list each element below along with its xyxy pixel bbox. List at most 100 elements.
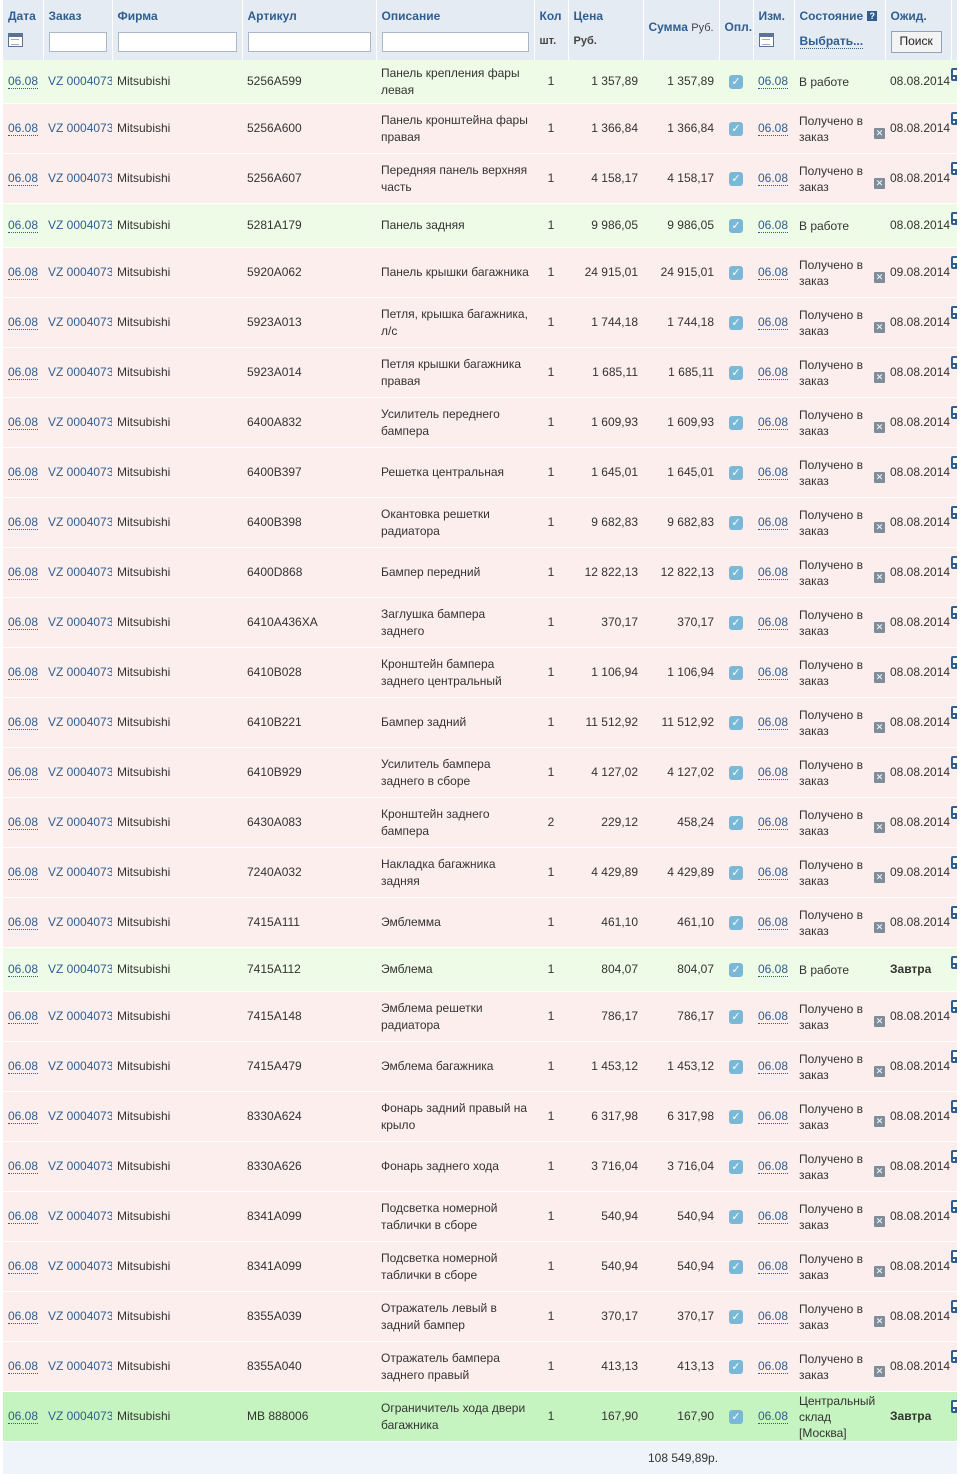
col-qty[interactable]: Кол шт. (534, 0, 568, 60)
row-changed-link[interactable]: 06.08 (758, 1259, 788, 1274)
remove-icon[interactable]: ✕ (874, 1266, 885, 1277)
row-date-link[interactable]: 06.08 (8, 1159, 38, 1174)
remove-icon[interactable]: ✕ (874, 622, 885, 633)
row-date-link[interactable]: 06.08 (8, 365, 38, 380)
remove-icon[interactable]: ✕ (874, 178, 885, 189)
delivery-icon[interactable] (951, 1250, 957, 1263)
row-order-link[interactable]: VZ 0004073 (48, 1009, 112, 1023)
row-changed-link[interactable]: 06.08 (758, 1009, 788, 1024)
delivery-icon[interactable] (951, 756, 957, 769)
col-order[interactable]: Заказ (43, 0, 112, 60)
delivery-icon[interactable] (951, 112, 957, 125)
row-changed-link[interactable]: 06.08 (758, 962, 788, 977)
remove-icon[interactable]: ✕ (874, 272, 885, 283)
row-changed-link[interactable]: 06.08 (758, 218, 788, 233)
description-filter-input[interactable] (382, 32, 529, 52)
delivery-icon[interactable] (951, 506, 957, 519)
remove-icon[interactable]: ✕ (874, 672, 885, 683)
calendar-icon[interactable] (8, 33, 23, 47)
row-order-link[interactable]: VZ 0004073 (48, 1409, 112, 1423)
row-order-link[interactable]: VZ 0004073 (48, 665, 112, 679)
row-date-link[interactable]: 06.08 (8, 121, 38, 136)
row-order-link[interactable]: VZ 0004073 (48, 1259, 112, 1273)
remove-icon[interactable]: ✕ (874, 128, 885, 139)
remove-icon[interactable]: ✕ (874, 1116, 885, 1127)
col-expected-label[interactable]: Ожид. (891, 9, 946, 23)
help-icon[interactable]: ? (867, 11, 877, 21)
article-filter-input[interactable] (248, 32, 371, 52)
row-date-link[interactable]: 06.08 (8, 915, 38, 930)
col-paid[interactable]: Опл. (719, 0, 753, 60)
col-description[interactable]: Описание (376, 0, 534, 60)
delivery-icon[interactable] (951, 1050, 957, 1063)
col-state[interactable]: Состояние? Выбрать... (794, 0, 885, 60)
row-changed-link[interactable]: 06.08 (758, 765, 788, 780)
row-date-link[interactable]: 06.08 (8, 615, 38, 630)
row-date-link[interactable]: 06.08 (8, 1359, 38, 1374)
calendar-icon[interactable] (759, 33, 774, 47)
col-state-label[interactable]: Состояние (800, 9, 864, 23)
row-order-link[interactable]: VZ 0004073 (48, 265, 112, 279)
row-date-link[interactable]: 06.08 (8, 265, 38, 280)
col-changed[interactable]: Изм. (753, 0, 794, 60)
row-order-link[interactable]: VZ 0004073 (48, 715, 112, 729)
row-changed-link[interactable]: 06.08 (758, 515, 788, 530)
row-order-link[interactable]: VZ 0004073 (48, 962, 112, 976)
remove-icon[interactable]: ✕ (874, 872, 885, 883)
row-date-link[interactable]: 06.08 (8, 74, 38, 89)
row-changed-link[interactable]: 06.08 (758, 315, 788, 330)
row-order-link[interactable]: VZ 0004073 (48, 565, 112, 579)
row-changed-link[interactable]: 06.08 (758, 1359, 788, 1374)
col-description-label[interactable]: Описание (382, 9, 529, 23)
remove-icon[interactable]: ✕ (874, 1166, 885, 1177)
row-order-link[interactable]: VZ 0004073 (48, 815, 112, 829)
row-changed-link[interactable]: 06.08 (758, 1209, 788, 1224)
remove-icon[interactable]: ✕ (874, 422, 885, 433)
row-order-link[interactable]: VZ 0004073 (48, 218, 112, 232)
delivery-icon[interactable] (951, 656, 957, 669)
delivery-icon[interactable] (951, 956, 957, 969)
search-button[interactable]: Поиск (891, 31, 942, 53)
remove-icon[interactable]: ✕ (874, 372, 885, 383)
col-qty-label[interactable]: Кол (540, 9, 563, 23)
row-date-link[interactable]: 06.08 (8, 415, 38, 430)
remove-icon[interactable]: ✕ (874, 522, 885, 533)
row-date-link[interactable]: 06.08 (8, 171, 38, 186)
row-date-link[interactable]: 06.08 (8, 1009, 38, 1024)
col-sum[interactable]: Сумма Руб. (643, 0, 719, 60)
row-order-link[interactable]: VZ 0004073 (48, 74, 112, 88)
remove-icon[interactable]: ✕ (874, 822, 885, 833)
row-date-link[interactable]: 06.08 (8, 1209, 38, 1224)
delivery-icon[interactable] (951, 856, 957, 869)
remove-icon[interactable]: ✕ (874, 322, 885, 333)
remove-icon[interactable]: ✕ (874, 1316, 885, 1327)
row-changed-link[interactable]: 06.08 (758, 265, 788, 280)
row-order-link[interactable]: VZ 0004073 (48, 315, 112, 329)
row-changed-link[interactable]: 06.08 (758, 1309, 788, 1324)
col-expected[interactable]: Ожид. Поиск (885, 0, 951, 60)
row-date-link[interactable]: 06.08 (8, 1059, 38, 1074)
row-order-link[interactable]: VZ 0004073 (48, 465, 112, 479)
remove-icon[interactable]: ✕ (874, 572, 885, 583)
row-changed-link[interactable]: 06.08 (758, 1059, 788, 1074)
row-order-link[interactable]: VZ 0004073 (48, 1059, 112, 1073)
row-changed-link[interactable]: 06.08 (758, 715, 788, 730)
delivery-icon[interactable] (951, 1150, 957, 1163)
col-article[interactable]: Артикул (242, 0, 376, 60)
row-date-link[interactable]: 06.08 (8, 1409, 38, 1424)
remove-icon[interactable]: ✕ (874, 1066, 885, 1077)
row-changed-link[interactable]: 06.08 (758, 865, 788, 880)
remove-icon[interactable]: ✕ (874, 472, 885, 483)
row-date-link[interactable]: 06.08 (8, 515, 38, 530)
row-date-link[interactable]: 06.08 (8, 1309, 38, 1324)
delivery-icon[interactable] (951, 1100, 957, 1113)
row-date-link[interactable]: 06.08 (8, 715, 38, 730)
delivery-icon[interactable] (951, 606, 957, 619)
row-changed-link[interactable]: 06.08 (758, 171, 788, 186)
row-order-link[interactable]: VZ 0004073 (48, 515, 112, 529)
remove-icon[interactable]: ✕ (874, 722, 885, 733)
delivery-icon[interactable] (951, 406, 957, 419)
remove-icon[interactable]: ✕ (874, 922, 885, 933)
col-price[interactable]: Цена Руб. (568, 0, 643, 60)
delivery-icon[interactable] (951, 1300, 957, 1313)
